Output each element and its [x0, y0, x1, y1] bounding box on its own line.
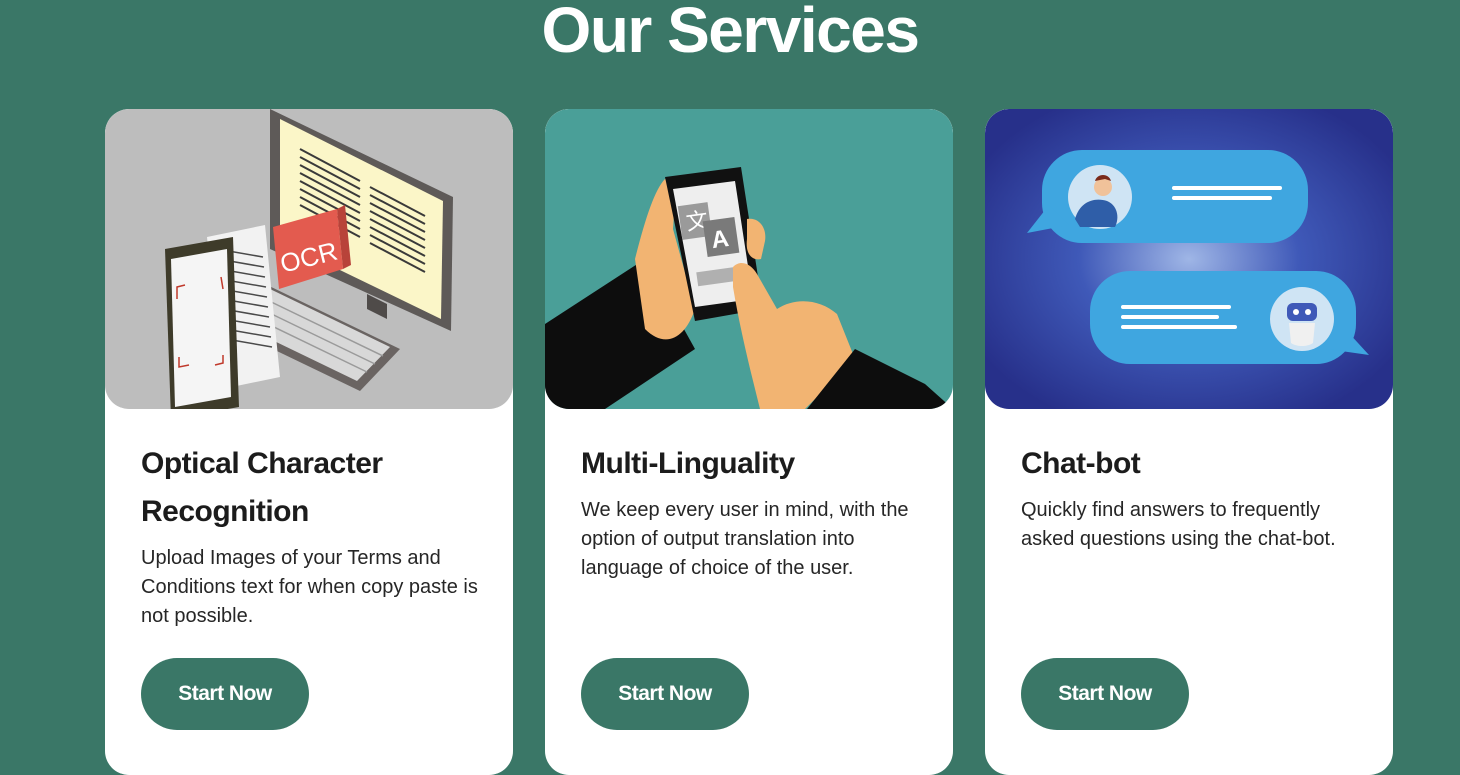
chat-bot-illustration	[985, 109, 1393, 409]
service-description: Upload Images of your Terms and Conditio…	[141, 547, 478, 627]
service-title: Chat-bot	[1021, 447, 1141, 480]
service-card-multi-linguality: 文 A Multi-Linguality We keep every user …	[545, 109, 953, 775]
translation-illustration: 文 A	[545, 109, 953, 409]
start-now-button-multi-linguality[interactable]: Start Now	[581, 658, 749, 730]
service-title: Optical Character Recognition	[141, 447, 383, 528]
start-now-button-chat-bot[interactable]: Start Now	[1021, 658, 1189, 730]
service-card-chat-bot: Chat-bot Quickly find answers to frequen…	[985, 109, 1393, 775]
ocr-illustration: OCR	[105, 109, 513, 409]
service-title: Multi-Linguality	[581, 447, 795, 480]
service-description: We keep every user in mind, with the opt…	[581, 499, 909, 579]
service-description: Quickly find answers to frequently asked…	[1021, 499, 1336, 550]
service-card-ocr: OCR Optical Character Recognition Upload…	[105, 109, 513, 775]
page-title: Our Services	[541, 0, 920, 66]
start-now-button-ocr[interactable]: Start Now	[141, 658, 309, 730]
